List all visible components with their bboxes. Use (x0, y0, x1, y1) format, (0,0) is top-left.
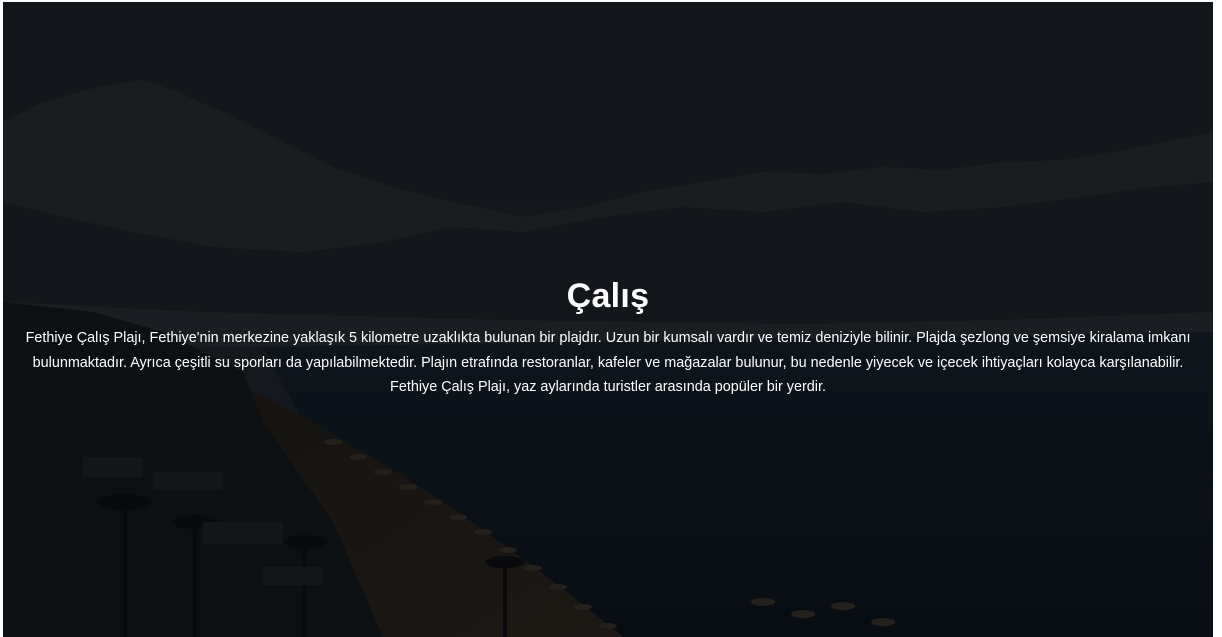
hero-description: Fethiye Çalış Plajı, Fethiye'nin merkezi… (25, 330, 1191, 395)
page-title: Çalış (566, 277, 650, 315)
hero-banner: Çalış Fethiye Çalış Plajı, Fethiye'nin m… (3, 2, 1213, 637)
hero-content: Çalış Fethiye Çalış Plajı, Fethiye'nin m… (3, 274, 1213, 400)
